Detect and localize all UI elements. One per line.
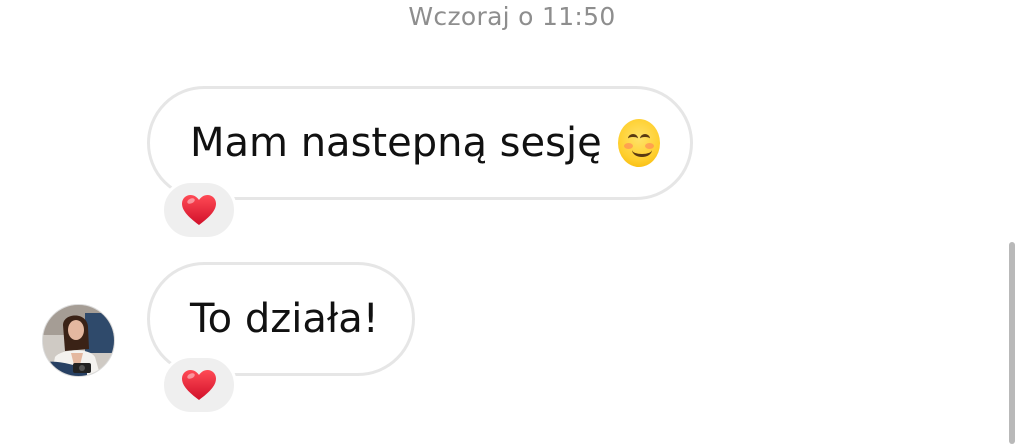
smiling-face-emoji-icon — [617, 119, 660, 167]
heart-icon — [181, 194, 217, 226]
avatar[interactable] — [42, 304, 115, 377]
message-text: Mam nastepną sesję — [190, 120, 602, 166]
heart-icon — [181, 369, 217, 401]
message-text: To działa! — [190, 296, 379, 342]
message-timestamp: Wczoraj o 11:50 — [408, 2, 616, 31]
chat-thread: Wczoraj o 11:50 Mam nastepną sesję To dz… — [0, 0, 1024, 444]
heart-reaction-badge[interactable] — [161, 355, 237, 415]
heart-reaction-badge[interactable] — [161, 180, 237, 240]
message-bubble[interactable]: Mam nastepną sesję — [147, 86, 693, 200]
scrollbar[interactable] — [1009, 242, 1015, 444]
